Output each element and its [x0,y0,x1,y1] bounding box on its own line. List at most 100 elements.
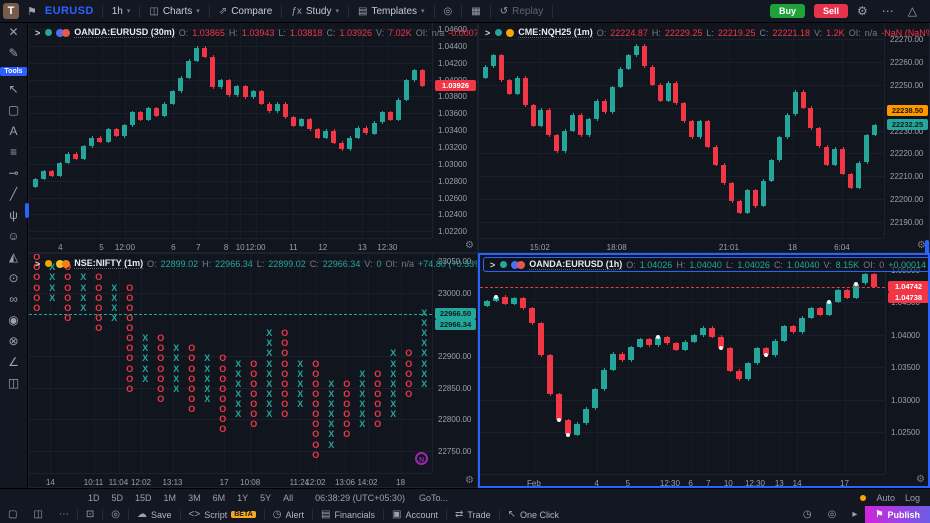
chart-panel-nifty-1m[interactable]: OOOOOOXXXXOOOOOOXXXXOOOOOOXXXXOOOOOOOOOO… [28,253,478,488]
tradingview-logo[interactable]: T [3,3,19,19]
expand-chevron-icon[interactable]: > [485,28,490,38]
expand-chevron-icon[interactable]: > [35,28,40,38]
forecast-tool[interactable]: ⊸ [4,166,24,181]
visibility-dot-icon[interactable] [45,260,52,267]
patterns-tool[interactable]: ≡ [4,145,24,160]
candle-body [73,154,78,159]
price-axis[interactable]: 22270.0022260.0022250.0022240.0022230.00… [884,23,930,238]
emoji-tool[interactable]: ☺ [4,229,24,244]
chart-panel-eurusd-30m[interactable]: 1.046001.044001.042001.040001.038001.036… [28,22,478,253]
chart-panel-nqh25-1m[interactable]: 22270.0022260.0022250.0022240.0022230.00… [478,22,930,253]
pnf-o-glyph: O [91,293,107,303]
range-button-1m[interactable]: 1M [158,493,183,503]
clock-label[interactable]: 06:38:29 (UTC+05:30) [315,493,405,503]
text-tool[interactable]: A [4,124,24,139]
pin-icon[interactable]: ◎ [820,506,845,523]
link-tool[interactable]: ∞ [4,292,24,307]
crosshair-tool[interactable]: ✕ [4,25,24,40]
trash-tool[interactable]: ⊗ [4,334,24,349]
grid-line [60,23,61,238]
visibility-dot-icon[interactable] [45,29,52,36]
financials-button[interactable]: ▤Financials [313,506,383,523]
measure-tool[interactable]: ∠ [4,355,24,370]
lock-tool[interactable]: ⊙ [4,271,24,286]
snapshot-button[interactable]: ◎ [437,0,460,22]
alert-bell-icon[interactable]: △ [903,4,922,18]
pnf-o-glyph: O [184,364,200,374]
axis-settings-gear-icon[interactable]: ⚙ [465,240,474,251]
chart-plot[interactable] [29,23,432,238]
eye-tool[interactable]: ◉ [4,313,24,328]
shapes-tool[interactable]: ◭ [4,250,24,265]
symbol-search-button[interactable]: EURUSD [39,5,100,17]
multipane-icon[interactable]: ◫ [25,506,50,523]
screener-icon[interactable]: ◎ [103,506,128,523]
range-button-5d[interactable]: 5D [106,493,130,503]
symbol-link[interactable]: CME:NQH25 (1m) [518,27,593,38]
range-button-1d[interactable]: 1D [82,493,106,503]
study-menu[interactable]: ƒxStudy▾ [284,0,346,22]
range-button-3m[interactable]: 3M [182,493,207,503]
visibility-dot-icon[interactable] [495,29,502,36]
one-click-button[interactable]: ↖One Click [500,506,567,523]
auto-scale-button[interactable]: Auto [876,493,895,503]
price-axis[interactable]: 1.046001.044001.042001.040001.038001.036… [432,23,478,238]
time-axis[interactable]: 15:0218:0821:01186:04 [479,238,884,253]
fullscreen-icon[interactable]: ⊡ [78,506,102,523]
chart-plot[interactable] [480,255,885,474]
price-axis[interactable]: 23050.0023000.0022900.0022850.0022800.00… [432,254,478,473]
charts-menu[interactable]: ◫Charts▾ [142,0,206,22]
publish-button[interactable]: ⚑Publish [865,506,930,523]
time-axis[interactable]: 1410:1111:0412:0213:131710:0811:2412:021… [29,473,432,488]
sidebar-collapse-handle[interactable] [25,203,29,218]
cursor-tool[interactable]: ↖ [4,82,24,97]
buy-button[interactable]: Buy [770,4,805,18]
replay-button[interactable]: ↺Replay [493,0,551,22]
range-button-15d[interactable]: 15D [129,493,158,503]
goto-button[interactable]: GoTo... [419,493,448,503]
chart-plot[interactable] [479,23,884,238]
range-button-5y[interactable]: 5Y [254,493,277,503]
timezone-icon[interactable]: ◷ [795,506,820,523]
log-scale-button[interactable]: Log [905,493,920,503]
price-axis[interactable]: 1.050001.045001.040001.035001.030001.025… [885,255,930,474]
layout-grid-icon[interactable]: ▢ [0,506,25,523]
compare-layout-tool[interactable]: ◫ [4,376,24,391]
symbol-link[interactable]: OANDA:EURUSD (1h) [529,259,622,270]
axis-settings-gear-icon[interactable]: ⚙ [916,474,925,485]
watchlist-flag-icon[interactable]: ⚑ [25,5,39,18]
more-icon[interactable]: ⋯ [877,4,899,18]
news-badge[interactable]: N [415,452,428,465]
trendline-tool[interactable]: ✎ [4,46,24,61]
trend-angle-tool[interactable]: ╱ [4,187,24,202]
interval-menu[interactable]: 1h▾ [105,0,138,22]
script-button[interactable]: <>ScriptBETA [181,506,264,523]
report-button[interactable]: ▦ [464,0,487,22]
symbol-link[interactable]: NSE:NIFTY (1m) [74,258,143,269]
video-icon[interactable]: ▸ [844,506,865,523]
chart-panel-eurusd-1h[interactable]: 1.050001.045001.040001.035001.030001.025… [478,253,930,488]
save-button[interactable]: ☁Save [129,506,180,523]
compare-button[interactable]: ⇗Compare [212,0,280,22]
range-button-all[interactable]: All [277,493,299,503]
axis-settings-gear-icon[interactable]: ⚙ [465,475,474,486]
visibility-dot-icon[interactable] [500,261,507,268]
alert-button[interactable]: ◷Alert [265,506,312,523]
expand-chevron-icon[interactable]: > [35,259,40,269]
expand-chevron-icon[interactable]: > [490,260,495,270]
rectangle-tool[interactable]: ▢ [4,103,24,118]
account-button[interactable]: ▣Account [384,506,446,523]
chart-plot[interactable]: OOOOOOXXXXOOOOOOXXXXOOOOOOXXXXOOOOOOOOOO… [29,254,432,473]
time-axis[interactable]: Feb4512:30671012:30131417 [480,474,885,488]
time-axis[interactable]: 4512:006781012:0011121312:30 [29,238,432,253]
symbol-link[interactable]: OANDA:EURUSD (30m) [74,27,175,38]
templates-menu[interactable]: ▤Templates▾ [351,0,432,22]
range-button-6m[interactable]: 6M [207,493,232,503]
panel-resize-handle[interactable] [925,240,929,255]
range-button-1y[interactable]: 1Y [231,493,254,503]
settings-icon[interactable]: ⚙ [852,4,873,18]
sell-button[interactable]: Sell [814,4,848,18]
trade-button[interactable]: ⇄Trade [447,506,499,523]
pitchfork-tool[interactable]: ψ [4,208,24,223]
more-layouts-icon[interactable]: ⋯ [51,506,77,523]
